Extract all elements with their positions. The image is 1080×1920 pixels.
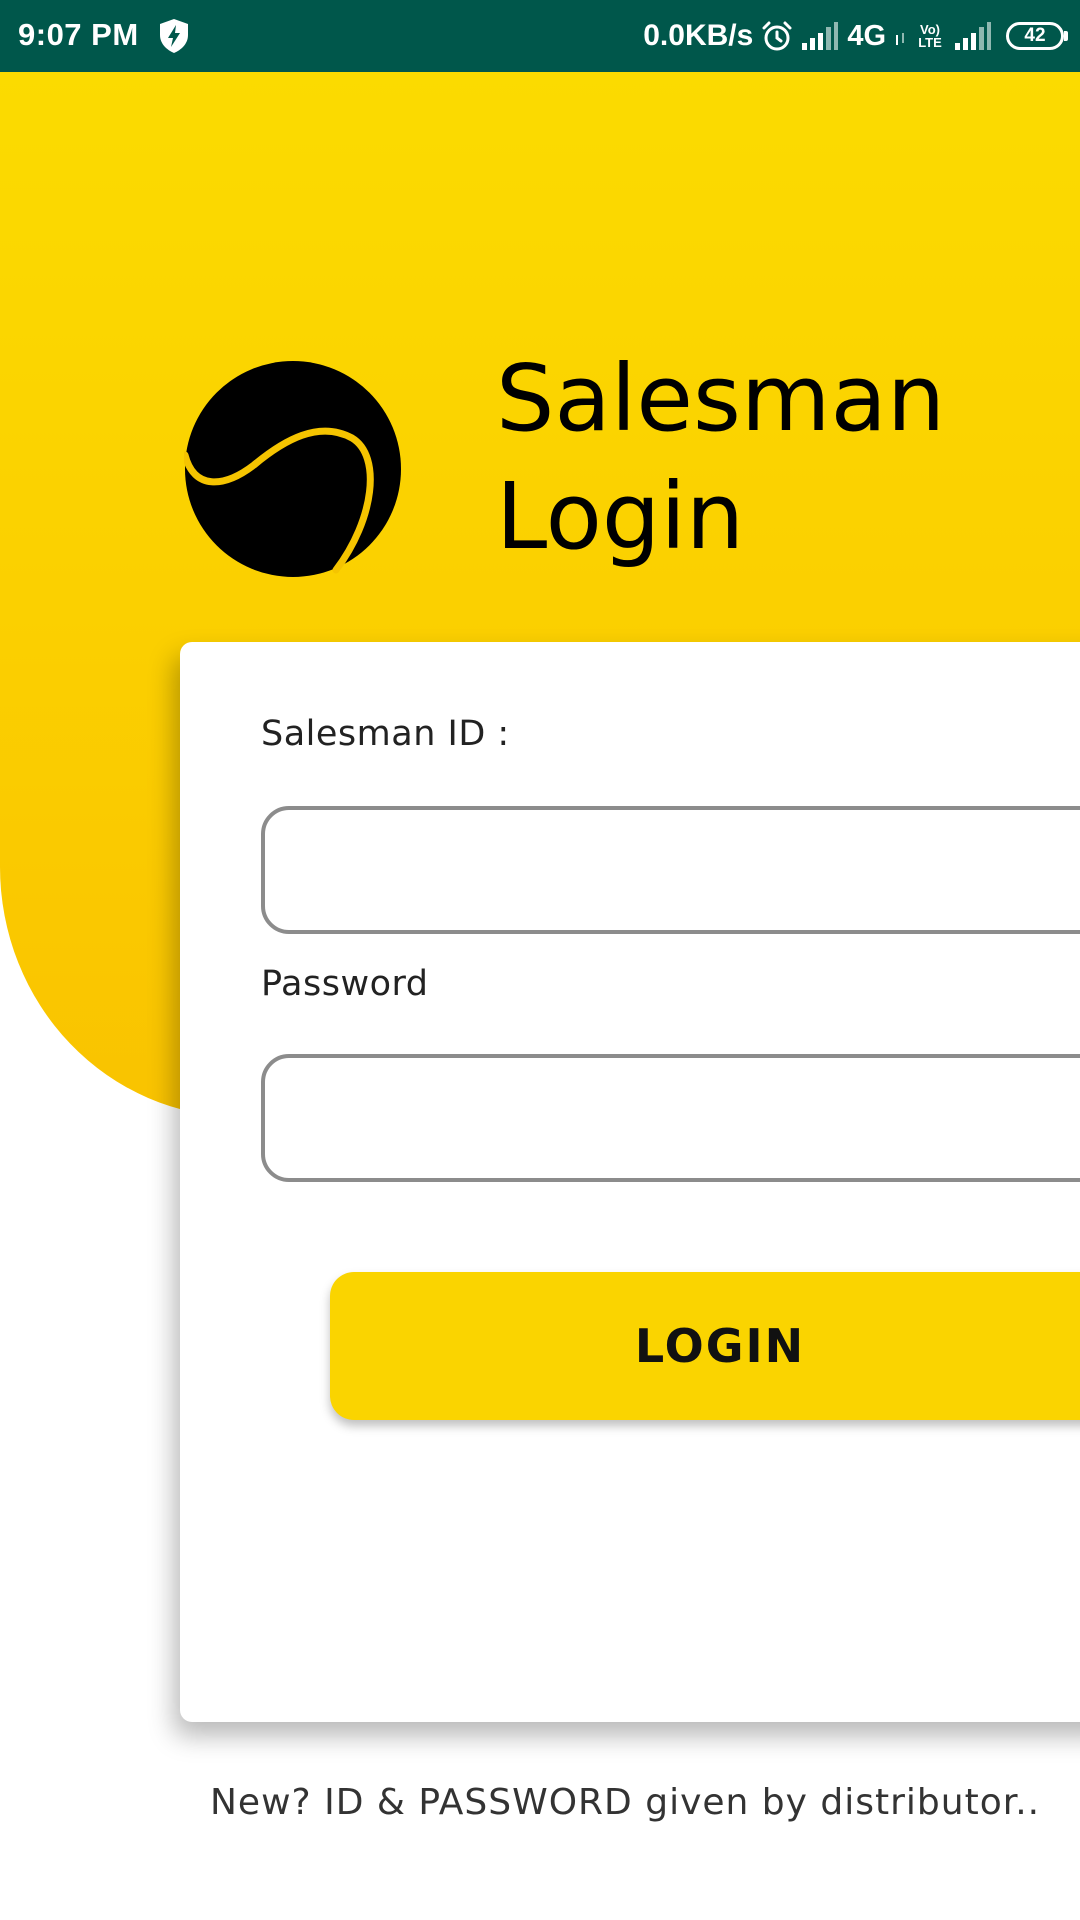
brand-logo bbox=[184, 361, 401, 577]
footer-note: New? ID & PASSWORD given by distributor.… bbox=[210, 1782, 1041, 1823]
battery-level: 42 bbox=[1024, 25, 1046, 46]
alarm-icon bbox=[762, 21, 792, 51]
network-type: 4G bbox=[847, 19, 886, 52]
status-icons: 0.0KB/s 4G Vo) LTE 42 bbox=[643, 14, 1068, 58]
login-card: Salesman ID : Password LOGIN bbox=[180, 642, 1080, 1722]
title-line-2: Login bbox=[496, 463, 745, 570]
page-title: Salesman Login bbox=[496, 340, 945, 576]
title-line-1: Salesman bbox=[496, 345, 946, 452]
password-input[interactable] bbox=[261, 1054, 1080, 1182]
salesman-id-label: Salesman ID : bbox=[261, 714, 510, 754]
password-label: Password bbox=[261, 964, 429, 1004]
status-time: 9:07 PM bbox=[18, 17, 139, 52]
battery-icon: 42 bbox=[1006, 22, 1068, 50]
salesman-id-input[interactable] bbox=[261, 806, 1080, 934]
login-screen: 9:07 PM 0.0KB/s 4G Vo) LTE 42 Salesman L… bbox=[0, 0, 1080, 1920]
signal-icon bbox=[802, 22, 839, 50]
shield-icon bbox=[160, 19, 188, 53]
signal-icon bbox=[955, 22, 991, 50]
volte-icon: Vo) LTE bbox=[918, 22, 942, 50]
login-button[interactable]: LOGIN bbox=[330, 1272, 1080, 1420]
data-arrows-icon bbox=[896, 33, 904, 45]
net-speed: 0.0KB/s bbox=[643, 19, 754, 52]
login-button-label: LOGIN bbox=[634, 1319, 806, 1373]
status-bar: 9:07 PM 0.0KB/s 4G Vo) LTE 42 bbox=[0, 0, 1080, 72]
